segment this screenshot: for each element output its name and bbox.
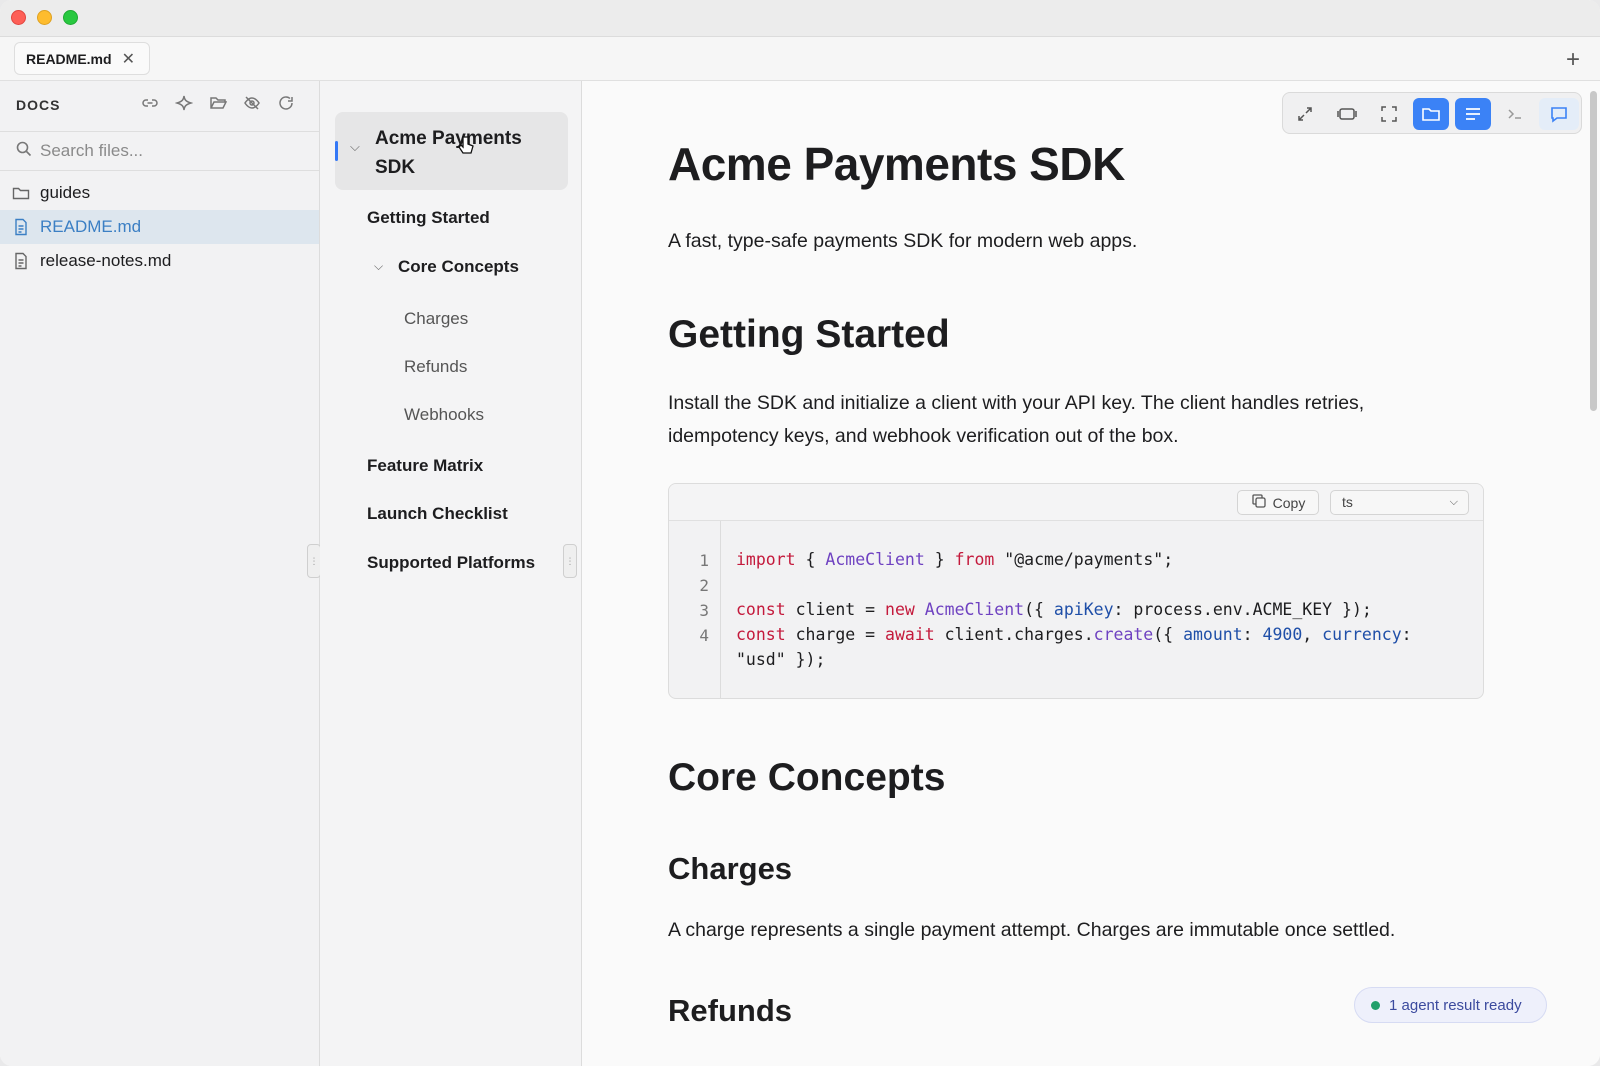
line-number: 2 — [699, 576, 709, 595]
search-icon — [16, 141, 32, 162]
close-tab-icon[interactable]: ✕ — [122, 49, 135, 69]
outline-pane: ⌵ Acme Payments SDK Getting Started ⌵ Co… — [320, 81, 582, 1066]
agent-status-pill[interactable]: 1 agent result ready — [1354, 987, 1547, 1023]
search-input[interactable] — [40, 141, 300, 161]
scrollbar[interactable] — [1590, 91, 1597, 411]
file-item-readme[interactable]: README.md — [0, 210, 319, 244]
copy-button[interactable]: Copy — [1237, 490, 1319, 515]
outline-active-indicator — [335, 141, 338, 161]
code-line-4-wrap: "usd" }); — [736, 650, 826, 669]
code-block: Copy ts ⌵ 1 2 3 4 import { AcmeClient } … — [668, 483, 1484, 699]
folder-icon — [12, 184, 30, 202]
charges-text: A charge represents a single payment att… — [668, 919, 1396, 941]
app-window: README.md ✕ + DOCS Search files... guide… — [0, 0, 1600, 1066]
outline-title-line: Acme Payments — [375, 128, 522, 149]
tab-title: README.md — [26, 50, 112, 67]
new-tab-button[interactable]: + — [1566, 46, 1580, 74]
code-line-4: const charge = await client.charges.crea… — [736, 625, 1412, 644]
outline-item-launch-checklist[interactable]: Launch Checklist — [367, 504, 508, 524]
terminal-icon[interactable] — [1497, 98, 1533, 130]
file-search — [0, 131, 319, 171]
code-block-header: Copy ts ⌵ — [669, 484, 1483, 521]
folder-panel-toggle-icon[interactable] — [1413, 98, 1449, 130]
outline-item-getting-started[interactable]: Getting Started — [367, 208, 490, 228]
line-number: 1 — [699, 551, 709, 570]
file-icon — [12, 218, 30, 236]
outline-resize-handle[interactable]: ⋮ — [563, 544, 577, 578]
outline-item-supported-platforms[interactable]: Supported Platforms — [367, 553, 535, 573]
file-label: release-notes.md — [40, 251, 172, 270]
minimize-window-button[interactable] — [37, 10, 52, 25]
outline-panel-toggle-icon[interactable] — [1455, 98, 1491, 130]
view-toolbar — [1282, 92, 1582, 134]
tab-readme[interactable]: README.md ✕ — [14, 42, 150, 75]
cursor-icon — [457, 135, 475, 162]
sidebar-header: DOCS — [16, 97, 61, 113]
chevron-down-icon[interactable]: ⌵ — [374, 259, 383, 274]
sidebar-resize-handle[interactable]: ⋮ — [307, 544, 321, 578]
file-label: README.md — [40, 217, 142, 236]
outline-item-refunds[interactable]: Refunds — [404, 357, 467, 377]
file-label: guides — [40, 183, 91, 202]
copy-icon — [1251, 493, 1267, 512]
outline-item-core-concepts[interactable]: Core Concepts — [398, 257, 519, 277]
heading-refunds: Refunds — [668, 993, 792, 1028]
hide-icon[interactable] — [243, 94, 261, 112]
outline-item-webhooks[interactable]: Webhooks — [404, 405, 484, 425]
chevron-down-icon[interactable]: ⌵ — [350, 139, 360, 155]
code-line-3: const client = new AcmeClient({ apiKey: … — [736, 600, 1372, 619]
paragraph-line: idempotency keys, and webhook verificati… — [668, 425, 1179, 447]
document-view: Acme Payments SDK A fast, type-safe paym… — [582, 81, 1600, 1066]
line-number-gutter: 1 2 3 4 — [669, 521, 721, 698]
heading-getting-started: Getting Started — [668, 313, 950, 356]
tab-strip: README.md ✕ + — [0, 37, 1600, 81]
paragraph-line: Install the SDK and initialize a client … — [668, 392, 1365, 414]
copy-label: Copy — [1272, 494, 1306, 511]
line-number: 3 — [699, 601, 709, 620]
outline-item-feature-matrix[interactable]: Feature Matrix — [367, 456, 483, 476]
code-line-1: import { AcmeClient } from "@acme/paymen… — [736, 550, 1174, 569]
sidebar-toolbar — [141, 94, 295, 112]
outline-title-line: SDK — [375, 157, 416, 178]
chat-icon[interactable] — [1539, 98, 1579, 130]
doc-subtitle: A fast, type-safe payments SDK for moder… — [668, 230, 1138, 252]
doc-title: Acme Payments SDK — [668, 138, 1125, 190]
line-number: 4 — [699, 626, 709, 645]
fullscreen-icon[interactable] — [1371, 98, 1407, 130]
zoom-window-button[interactable] — [63, 10, 78, 25]
file-icon — [12, 252, 30, 270]
agent-status-label: 1 agent result ready — [1389, 996, 1522, 1014]
file-item-guides[interactable]: guides — [0, 176, 319, 210]
language-select[interactable]: ts ⌵ — [1330, 490, 1469, 515]
getting-started-text: Install the SDK and initialize a client … — [668, 387, 1364, 453]
language-value: ts — [1342, 494, 1353, 510]
outline-item-charges[interactable]: Charges — [404, 309, 468, 329]
link-icon[interactable] — [141, 94, 159, 112]
sparkle-icon[interactable] — [174, 94, 194, 112]
outline-item-title[interactable]: Acme Payments SDK — [375, 124, 522, 182]
refresh-icon[interactable] — [277, 94, 295, 112]
close-window-button[interactable] — [11, 10, 26, 25]
heading-core-concepts: Core Concepts — [668, 756, 946, 799]
chevron-down-icon: ⌵ — [1449, 496, 1458, 508]
open-folder-icon[interactable] — [209, 94, 228, 112]
title-bar — [0, 0, 1600, 37]
heading-charges: Charges — [668, 851, 793, 886]
file-item-release-notes[interactable]: release-notes.md — [0, 244, 319, 278]
file-sidebar: DOCS Search files... guides README.md re… — [0, 81, 320, 1066]
collapse-icon[interactable] — [1287, 98, 1323, 130]
fit-width-icon[interactable] — [1329, 98, 1365, 130]
status-dot-icon — [1371, 1000, 1380, 1010]
